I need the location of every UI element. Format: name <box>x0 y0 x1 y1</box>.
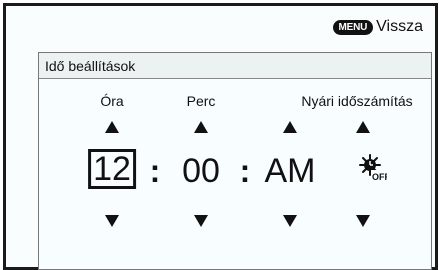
minute-column-label: Perc <box>186 93 216 109</box>
time-settings-panel: Idő beállítások Óra Perc Nyári időszámít… <box>38 52 432 270</box>
menu-button-badge[interactable]: MENU <box>332 19 374 35</box>
minute-down-arrow-icon[interactable] <box>194 215 208 227</box>
time-settings-screen: MENU Vissza Idő beállítások Óra Perc Nyá… <box>3 3 438 270</box>
sun-clock-off-icon[interactable]: OFF <box>359 154 387 182</box>
hour-up-arrow-icon[interactable] <box>105 121 119 133</box>
ampm-value[interactable]: AM <box>265 151 316 191</box>
minute-value[interactable]: 00 <box>182 151 220 191</box>
hour-value[interactable]: 12 <box>88 149 136 189</box>
time-separator: : <box>149 153 161 189</box>
dst-up-arrow-icon[interactable] <box>356 121 370 133</box>
dst-down-arrow-icon[interactable] <box>356 215 370 227</box>
ampm-down-arrow-icon[interactable] <box>283 215 297 227</box>
back-label[interactable]: Vissza <box>376 18 423 36</box>
dst-off-text: OFF <box>372 172 387 182</box>
panel-title: Idő beállítások <box>39 53 431 79</box>
ampm-up-arrow-icon[interactable] <box>283 121 297 133</box>
hour-down-arrow-icon[interactable] <box>105 215 119 227</box>
time-separator: : <box>239 153 251 189</box>
hour-column-label: Óra <box>100 93 124 109</box>
top-bar: MENU Vissza <box>332 18 423 36</box>
minute-up-arrow-icon[interactable] <box>194 121 208 133</box>
dst-column-label: Nyári időszámítás <box>301 93 413 109</box>
